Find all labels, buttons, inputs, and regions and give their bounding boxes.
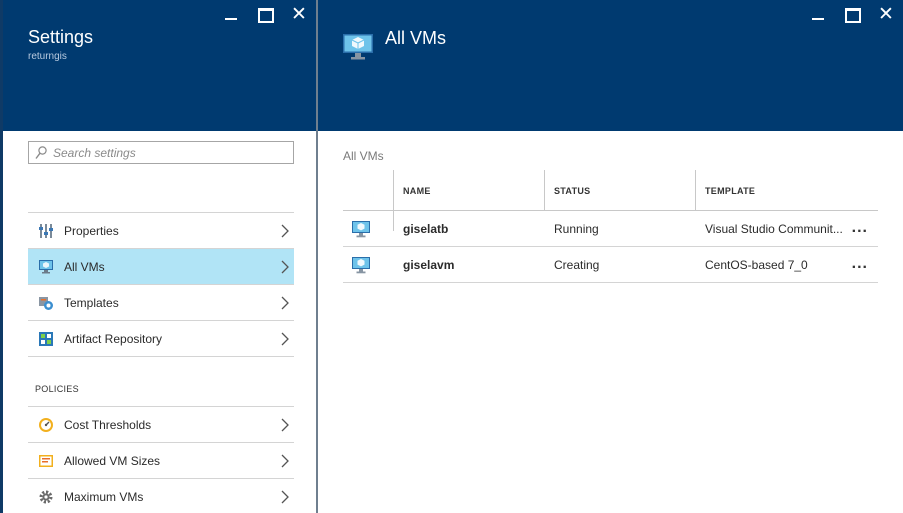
- chevron-right-icon: [281, 224, 289, 238]
- vm-template: CentOS-based 7_0: [705, 258, 808, 272]
- more-options-icon[interactable]: ...: [852, 255, 868, 273]
- cost-thresholds-icon: [39, 418, 53, 432]
- chevron-right-icon: [281, 260, 289, 274]
- menu-item-label: Cost Thresholds: [64, 418, 152, 432]
- all-vms-close-button[interactable]: ✕: [877, 5, 895, 24]
- settings-title: Settings: [28, 27, 94, 47]
- search-input[interactable]: [53, 144, 289, 161]
- content-title: All VMs: [343, 149, 384, 163]
- column-separator[interactable]: [695, 170, 696, 211]
- settings-blade: ✕ Settings returngis Properties: [0, 0, 316, 513]
- menu-item-label: Allowed VM Sizes: [64, 454, 161, 468]
- settings-subtitle: returngis: [28, 51, 67, 62]
- chevron-right-icon: [281, 332, 289, 346]
- allowed-vm-sizes-icon: [39, 455, 53, 467]
- all-vms-blade: ✕ All VMs All VMs NAME STATUS TEMPLATE g…: [318, 0, 903, 513]
- settings-window-controls: ✕: [222, 5, 308, 24]
- column-header-template[interactable]: TEMPLATE: [705, 186, 755, 196]
- chevron-right-icon: [281, 454, 289, 468]
- chevron-right-icon: [281, 296, 289, 310]
- policies-section-header: POLICIES: [35, 384, 79, 394]
- vm-icon: [352, 257, 370, 274]
- menu-item-cost-thresholds[interactable]: Cost Thresholds: [28, 407, 294, 443]
- menu-item-maximum-vms[interactable]: Maximum VMs: [28, 479, 294, 513]
- templates-icon: [39, 297, 53, 310]
- settings-menu: Properties All VMs Templates Artifact Re…: [28, 212, 294, 357]
- vm-name: giselatb: [403, 222, 449, 236]
- artifact-repository-icon: [39, 332, 53, 346]
- menu-item-label: All VMs: [64, 260, 105, 274]
- policies-menu: Cost Thresholds Allowed VM Sizes Maximum…: [28, 406, 294, 513]
- settings-blade-header: ✕ Settings returngis: [3, 0, 316, 131]
- vm-icon: [39, 260, 53, 274]
- all-vms-maximize-button[interactable]: [843, 6, 861, 23]
- menu-item-properties[interactable]: Properties: [28, 213, 294, 249]
- vm-icon: [343, 34, 373, 60]
- column-separator[interactable]: [544, 170, 545, 211]
- menu-item-label: Properties: [64, 224, 119, 238]
- vm-name: giselavm: [403, 258, 455, 272]
- all-vms-minimize-button[interactable]: [809, 6, 827, 22]
- search-icon: [35, 146, 47, 159]
- column-separator: [393, 211, 394, 231]
- vm-status: Running: [554, 222, 599, 236]
- menu-item-allowed-vm-sizes[interactable]: Allowed VM Sizes: [28, 443, 294, 479]
- more-options-icon[interactable]: ...: [852, 219, 868, 237]
- column-header-name[interactable]: NAME: [403, 186, 431, 196]
- menu-item-label: Artifact Repository: [64, 332, 163, 346]
- all-vms-blade-header: ✕ All VMs: [318, 0, 903, 131]
- all-vms-window-controls: ✕: [809, 5, 895, 24]
- table-header: NAME STATUS TEMPLATE: [343, 170, 878, 211]
- menu-item-artifact-repository[interactable]: Artifact Repository: [28, 321, 294, 357]
- menu-item-templates[interactable]: Templates: [28, 285, 294, 321]
- vm-icon: [352, 221, 370, 238]
- chevron-right-icon: [281, 418, 289, 432]
- vm-template: Visual Studio Communit...: [705, 222, 843, 236]
- chevron-right-icon: [281, 490, 289, 504]
- search-box[interactable]: [28, 141, 294, 164]
- settings-close-button[interactable]: ✕: [290, 5, 308, 24]
- gear-icon: [39, 490, 53, 504]
- menu-item-label: Templates: [64, 296, 119, 310]
- table-row[interactable]: giselavm Creating CentOS-based 7_0 ...: [343, 247, 878, 283]
- table-row[interactable]: giselatb Running Visual Studio Communit.…: [343, 211, 878, 247]
- vms-table: NAME STATUS TEMPLATE giselatb Running Vi…: [343, 170, 878, 283]
- all-vms-title: All VMs: [385, 28, 447, 48]
- menu-item-all-vms[interactable]: All VMs: [28, 249, 294, 285]
- properties-icon: [39, 224, 53, 238]
- menu-item-label: Maximum VMs: [64, 490, 144, 504]
- vm-status: Creating: [554, 258, 600, 272]
- settings-minimize-button[interactable]: [222, 6, 240, 22]
- column-separator[interactable]: [393, 170, 394, 211]
- settings-maximize-button[interactable]: [256, 6, 274, 23]
- column-header-status[interactable]: STATUS: [554, 186, 590, 196]
